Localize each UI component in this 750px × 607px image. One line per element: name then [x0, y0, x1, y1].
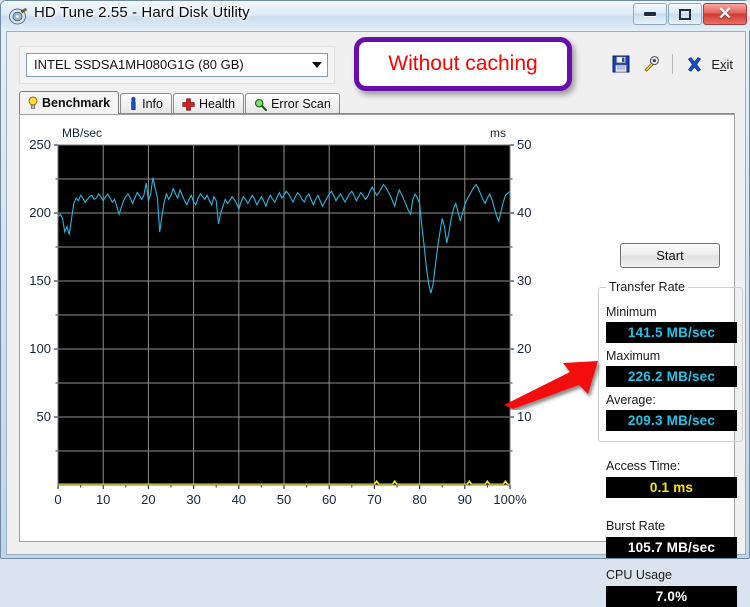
tab-error-scan[interactable]: Error Scan [245, 93, 340, 114]
access-time-value: 0.1 ms [649, 480, 694, 495]
wrench-tools-icon [644, 56, 660, 72]
tab-benchmark-label: Benchmark [42, 96, 111, 110]
tab-error-scan-label: Error Scan [271, 97, 331, 111]
cpu-usage-value-box: 7.0% [606, 586, 737, 607]
svg-text:30: 30 [517, 273, 531, 288]
benchmark-chart-svg: 50 100 150 200 250 10 20 30 40 50 0 10 20 30 40 50 60 7… [29, 126, 531, 507]
y-axis-label: MB/sec [62, 126, 102, 140]
minimum-label: Minimum [606, 305, 657, 319]
y2-axis-ticks: 10 20 30 40 50 [510, 137, 531, 452]
start-button[interactable]: Start [620, 243, 720, 268]
svg-text:50: 50 [277, 492, 291, 507]
svg-text:10: 10 [517, 409, 531, 424]
y2-axis-label: ms [490, 126, 506, 140]
burst-rate-value-box: 105.7 MB/sec [606, 537, 737, 558]
transfer-rate-group-title: Transfer Rate [606, 280, 688, 294]
client-area: INTEL SSDSA1MH080G1G (80 GB) Exit Benchm… [6, 31, 746, 607]
red-cross-icon [182, 97, 195, 111]
minimize-button[interactable] [633, 3, 667, 25]
svg-text:30: 30 [186, 492, 200, 507]
window-title: HD Tune 2.55 - Hard Disk Utility [34, 4, 250, 21]
svg-text:60: 60 [322, 492, 336, 507]
x-axis-ticks: 0 10 20 30 40 50 60 70 80 90 100% [54, 485, 527, 507]
close-button[interactable]: ✕ [703, 3, 747, 25]
toolbar-separator [672, 54, 674, 74]
burst-rate-value: 105.7 MB/sec [627, 540, 716, 555]
burst-rate-label: Burst Rate [606, 519, 666, 533]
exit-label[interactable]: Exit [711, 57, 733, 72]
access-time-value-box: 0.1 ms [606, 477, 737, 498]
svg-text:40: 40 [517, 205, 531, 220]
tab-health[interactable]: Health [172, 93, 245, 114]
tab-health-label: Health [198, 97, 236, 111]
maximize-button[interactable] [668, 3, 702, 25]
average-value: 209.3 MB/sec [627, 413, 716, 428]
tools-button[interactable] [636, 51, 666, 77]
start-button-label: Start [656, 248, 684, 263]
tab-info-label: Info [142, 97, 163, 111]
maximize-icon [679, 8, 691, 20]
svg-text:80: 80 [412, 492, 426, 507]
maximum-value-box: 226.2 MB/sec [606, 366, 737, 387]
svg-text:200: 200 [29, 205, 51, 220]
annotation-text: Without caching [388, 52, 538, 75]
exit-label-tail: it [726, 56, 734, 72]
magnifier-icon [255, 98, 268, 111]
chevron-down-icon [312, 62, 322, 68]
benchmark-chart: 50 100 150 200 250 10 20 30 40 50 0 10 20 30 40 50 60 7… [22, 119, 582, 539]
save-button[interactable] [606, 51, 636, 77]
svg-text:50: 50 [37, 409, 51, 424]
svg-text:70: 70 [367, 492, 381, 507]
toolbar: Exit [606, 50, 733, 78]
svg-text:100%: 100% [493, 492, 527, 507]
average-label: Average: [606, 393, 656, 407]
hard-disk-icon [9, 8, 27, 25]
cpu-usage-label: CPU Usage [606, 568, 672, 582]
close-x-icon [687, 56, 701, 72]
drive-select[interactable]: INTEL SSDSA1MH080G1G (80 GB) [26, 53, 328, 77]
svg-text:90: 90 [458, 492, 472, 507]
svg-text:50: 50 [517, 137, 531, 152]
maximum-value: 226.2 MB/sec [627, 369, 716, 384]
benchmark-panel: 50 100 150 200 250 10 20 30 40 50 0 10 20 30 40 50 60 7… [19, 114, 743, 607]
minimum-value: 141.5 MB/sec [627, 325, 716, 340]
svg-text:100: 100 [29, 341, 51, 356]
hd-tune-window: HD Tune 2.55 - Hard Disk Utility ✕ INTEL… [0, 0, 750, 607]
window-controls: ✕ [632, 3, 747, 27]
tab-info[interactable]: Info [120, 93, 172, 114]
close-icon: ✕ [717, 4, 733, 23]
info-icon [131, 97, 136, 110]
cpu-usage-value: 7.0% [655, 589, 688, 604]
access-time-label: Access Time: [606, 459, 681, 473]
drive-select-value: INTEL SSDSA1MH080G1G (80 GB) [34, 57, 244, 72]
svg-text:0: 0 [54, 492, 61, 507]
maximum-label: Maximum [606, 349, 661, 363]
exit-button[interactable] [679, 51, 709, 77]
average-value-box: 209.3 MB/sec [606, 410, 737, 431]
tab-bar: Benchmark Info Health Error Scan [19, 91, 341, 114]
floppy-save-icon [612, 55, 630, 73]
svg-text:10: 10 [96, 492, 110, 507]
minimum-value-box: 141.5 MB/sec [606, 322, 737, 343]
tab-benchmark[interactable]: Benchmark [19, 91, 120, 114]
title-bar[interactable]: HD Tune 2.55 - Hard Disk Utility ✕ [1, 1, 750, 31]
minimize-icon [644, 12, 656, 16]
annotation-callout-box: Without caching [354, 37, 572, 91]
svg-text:40: 40 [232, 492, 246, 507]
svg-text:20: 20 [517, 341, 531, 356]
svg-text:250: 250 [29, 137, 51, 152]
svg-text:150: 150 [29, 273, 51, 288]
y-axis-ticks: 50 100 150 200 250 [29, 137, 58, 452]
svg-text:20: 20 [141, 492, 155, 507]
lightbulb-icon [28, 96, 38, 109]
